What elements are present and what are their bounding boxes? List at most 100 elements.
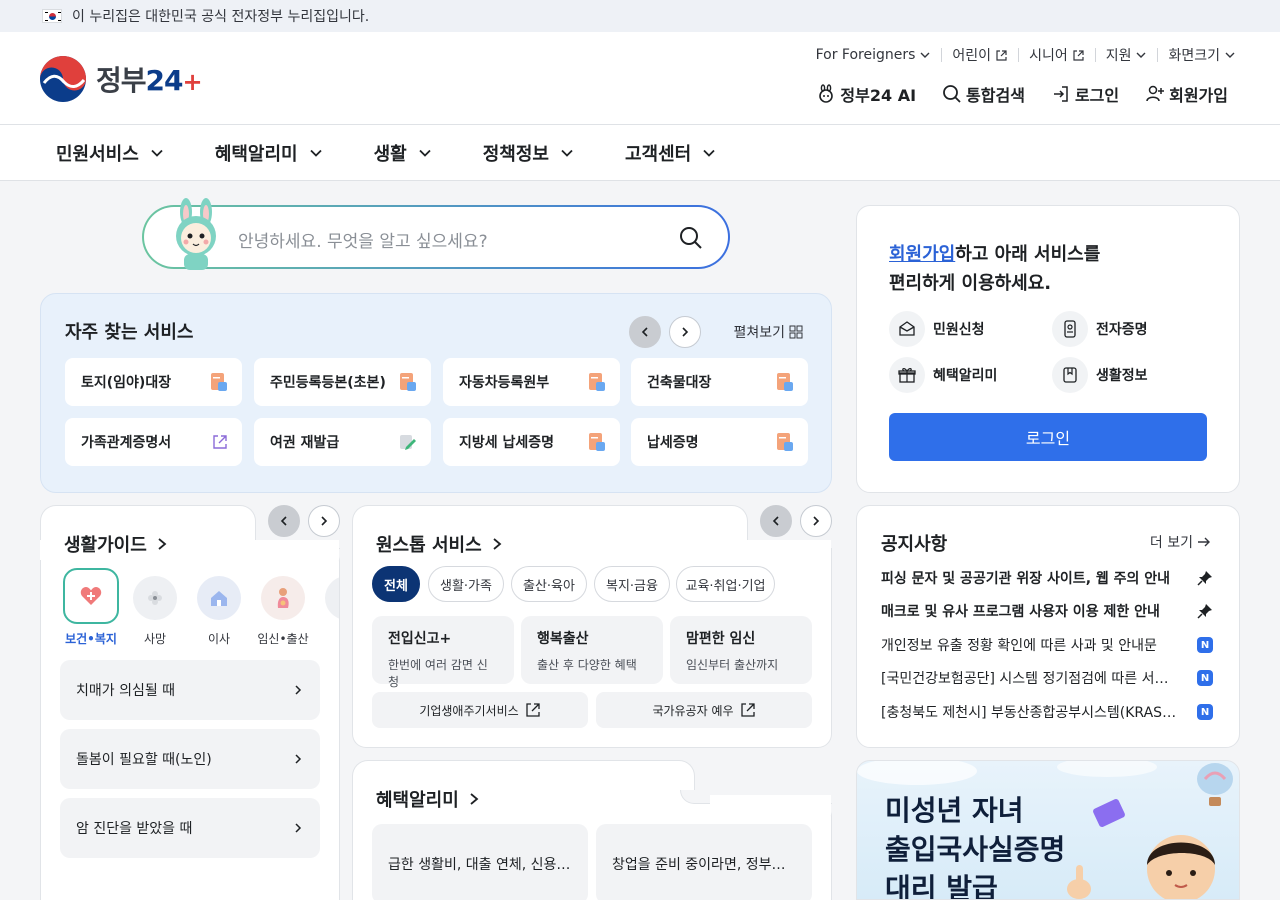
external-link-icon	[213, 435, 227, 449]
integrated-search-button[interactable]: 통합검색	[942, 82, 1025, 106]
util-kids[interactable]: 어린이	[942, 48, 1020, 64]
notice-item[interactable]: 피싱 문자 및 공공기관 위장 사이트, 웹 주의 안내	[881, 568, 1213, 588]
nav-civil-service[interactable]: 민원서비스	[56, 140, 165, 166]
quick-benefits[interactable]: 혜택알리미	[889, 357, 997, 393]
chevron-left-icon	[280, 516, 287, 526]
logo[interactable]: 정부24+	[40, 56, 203, 102]
life-guide-next-button[interactable]	[308, 505, 340, 537]
login-button[interactable]: 로그인	[889, 413, 1207, 461]
login-link[interactable]: 로그인	[1051, 82, 1119, 106]
service-tax-cert[interactable]: 납세증명	[631, 418, 808, 466]
util-senior[interactable]: 시니어	[1019, 48, 1096, 64]
onestop-title[interactable]: 원스톱 서비스	[376, 531, 504, 557]
onestop-veterans-link[interactable]: 국가유공자 예우	[596, 692, 812, 728]
signup-link[interactable]: 회원가입	[1145, 82, 1228, 106]
pin-icon	[1197, 571, 1212, 586]
category-housing[interactable]: 주	[319, 576, 339, 647]
search-input[interactable]: 안녕하세요. 무엇을 알고 싶으세요?	[238, 227, 488, 252]
util-screen-size[interactable]: 화면크기	[1158, 48, 1236, 64]
chip-life-family[interactable]: 생활·가족	[428, 566, 504, 602]
notices-card: 공지사항 더 보기 피싱 문자 및 공공기관 위장 사이트, 웹 주의 안내 매…	[856, 505, 1240, 748]
grid-icon	[789, 325, 803, 339]
life-guide-prev-button[interactable]	[268, 505, 300, 537]
chevron-down-icon	[151, 149, 163, 157]
guide-item-cancer[interactable]: 암 진단을 받았을 때	[60, 798, 320, 858]
notice-item[interactable]: 매크로 및 유사 프로그램 사용자 이용 제한 안내	[881, 601, 1213, 621]
chevron-down-icon	[419, 149, 431, 157]
notice-item[interactable]: 개인정보 유출 정황 확인에 따른 사과 및 안내문 N	[881, 635, 1213, 655]
chevron-down-icon	[309, 149, 322, 157]
notice-item[interactable]: [충청북도 제천시] 부동산종합공부시스템(KRAS)… N	[881, 702, 1213, 722]
housing-icon	[325, 576, 339, 620]
notices-more-link[interactable]: 더 보기	[1150, 532, 1211, 552]
benefits-title[interactable]: 혜택알리미	[376, 786, 481, 812]
nav-benefits[interactable]: 혜택알리미	[215, 140, 324, 166]
service-family-relation[interactable]: 가족관계증명서	[65, 418, 242, 466]
expand-all-button[interactable]: 펼쳐보기	[733, 322, 803, 342]
life-guide-categories: 보건•복지 사망 이사 임신•출산 주	[41, 568, 339, 650]
chevron-right-icon	[295, 823, 302, 833]
benefit-item-startup[interactable]: 창업을 준비 중이라면, 정부…	[596, 824, 812, 900]
chip-welfare-finance[interactable]: 복지·금융	[594, 566, 670, 602]
onestop-biz-lifecycle-link[interactable]: 기업생애주기서비스	[372, 692, 588, 728]
category-death[interactable]: 사망	[127, 576, 183, 647]
pdf-icon	[211, 373, 227, 391]
category-health-welfare[interactable]: 보건•복지	[63, 568, 119, 647]
guide-item-elderly-care[interactable]: 돌봄이 필요할 때(노인)	[60, 729, 320, 789]
nav-life[interactable]: 생활	[374, 140, 433, 166]
benefit-item-living-cost[interactable]: 급한 생활비, 대출 연체, 신용…	[372, 824, 588, 900]
external-link-icon	[996, 49, 1007, 61]
gov24-ai-button[interactable]: 정부24 AI	[816, 82, 916, 106]
search-bar[interactable]: 안녕하세요. 무엇을 알고 싶으세요?	[142, 205, 730, 269]
chip-all[interactable]: 전체	[372, 566, 420, 602]
search-icon[interactable]	[678, 225, 704, 251]
onestop-pregnancy[interactable]: 맘편한 임신 임신부터 출산까지	[670, 616, 812, 684]
pdf-icon	[777, 373, 793, 391]
service-vehicle-register[interactable]: 자동차등록원부	[443, 358, 620, 406]
service-passport-reissue[interactable]: 여권 재발급	[254, 418, 431, 466]
banner-text: 미성년 자녀 출입국사실증명 대리 발급	[885, 794, 1066, 900]
service-local-tax-cert[interactable]: 지방세 납세증명	[443, 418, 620, 466]
chevron-left-icon	[642, 327, 649, 337]
service-building-register[interactable]: 건축물대장	[631, 358, 808, 406]
util-foreigners[interactable]: For Foreigners	[806, 47, 943, 63]
nav-customer-center[interactable]: 고객센터	[625, 140, 717, 166]
signup-highlight-link[interactable]: 회원가입	[889, 244, 955, 265]
util-support[interactable]: 지원	[1096, 48, 1159, 64]
korea-flag-icon	[42, 9, 62, 23]
ai-bunny-icon	[819, 84, 834, 103]
onestop-next-button[interactable]	[800, 505, 832, 537]
header-actions: 정부24 AI 통합검색 로그인 회원가입	[790, 82, 1228, 106]
utility-menu: For Foreigners 어린이 시니어 지원 화면크기	[806, 47, 1236, 64]
quick-civil-apply[interactable]: 민원신청	[889, 311, 985, 347]
ticket-icon	[1093, 799, 1125, 827]
guide-item-dementia[interactable]: 치매가 의심될 때	[60, 660, 320, 720]
chip-birth-childcare[interactable]: 출산·육아	[511, 566, 587, 602]
category-pregnancy[interactable]: 임신•출산	[255, 576, 311, 647]
chevron-down-icon	[920, 52, 930, 58]
life-guide-title[interactable]: 생활가이드	[64, 531, 169, 557]
promo-banner[interactable]: 미성년 자녀 출입국사실증명 대리 발급	[856, 760, 1240, 900]
category-moving[interactable]: 이사	[191, 576, 247, 647]
quick-life-info[interactable]: 생활정보	[1052, 357, 1148, 393]
service-resident-register[interactable]: 주민등록등본(초본)	[254, 358, 431, 406]
next-button[interactable]	[669, 316, 702, 348]
chevron-right-icon	[158, 538, 167, 550]
service-land-register[interactable]: 토지(임야)대장	[65, 358, 242, 406]
frequent-services-title: 자주 찾는 서비스	[65, 322, 194, 343]
onestop-prev-button[interactable]	[760, 505, 792, 537]
add-user-icon	[1146, 85, 1165, 102]
nav-policy[interactable]: 정책정보	[483, 140, 575, 166]
quick-e-certificate[interactable]: 전자증명	[1052, 311, 1148, 347]
flower-icon	[133, 576, 177, 620]
chevron-down-icon	[703, 149, 715, 157]
notice-item[interactable]: [국민건강보험공단] 시스템 정기점검에 따른 서비… N	[881, 668, 1213, 688]
bunny-mascot-icon	[176, 198, 216, 270]
onestop-happy-birth[interactable]: 행복출산 출산 후 다양한 혜택	[521, 616, 663, 684]
chip-edu-job-biz[interactable]: 교육·취업·기업	[676, 566, 775, 602]
prev-button[interactable]	[629, 316, 662, 348]
gov24-logo-icon	[40, 56, 86, 102]
onestop-move-in[interactable]: 전입신고+ 한번에 여러 감면 신청	[372, 616, 514, 689]
new-badge: N	[1197, 670, 1213, 686]
frequent-services-panel: 자주 찾는 서비스 펼쳐보기 토지(임야)대장 주민등록등본(초본) 자동차등록…	[40, 293, 832, 493]
